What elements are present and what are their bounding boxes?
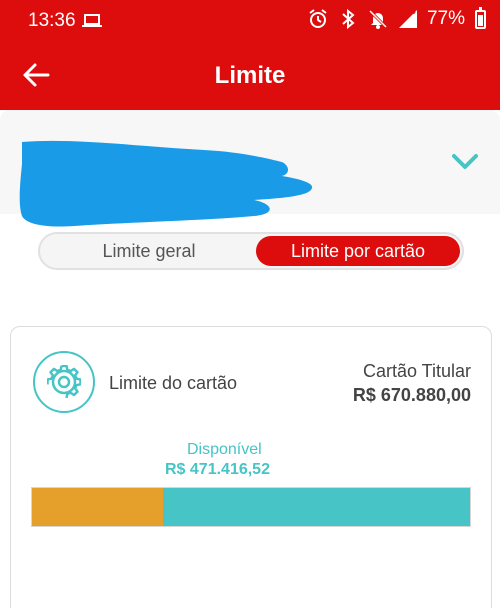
bluetooth-icon xyxy=(337,8,359,30)
limit-used-segment xyxy=(32,488,164,526)
chevron-down-icon[interactable] xyxy=(448,148,482,174)
limit-type-toggle: Limite geral Limite por cartão xyxy=(38,232,464,270)
network-type: 4G xyxy=(403,6,416,16)
battery-percent: 77% xyxy=(426,8,465,29)
laptop-icon xyxy=(82,13,102,34)
card-limit-panel: Limite do cartão Cartão Titular R$ 670.8… xyxy=(10,326,492,608)
holder-label: Cartão Titular xyxy=(362,361,471,381)
toggle-general-limit[interactable]: Limite geral xyxy=(44,236,254,266)
status-time: 13:36 xyxy=(28,10,76,31)
limit-usage-bar xyxy=(31,487,471,527)
page-title: Limite xyxy=(214,62,286,89)
alarm-icon xyxy=(307,8,329,30)
available-label: Disponível xyxy=(187,441,262,458)
card-limit-label: Limite do cartão xyxy=(109,373,238,393)
status-bar: 13:36 4G 77% xyxy=(0,0,500,42)
toggle-card-limit[interactable]: Limite por cartão xyxy=(256,236,460,266)
status-icons: 4G 77% xyxy=(307,6,486,30)
gear-icon xyxy=(33,351,95,413)
available-value: R$ 471.416,52 xyxy=(165,461,270,478)
account-selector[interactable] xyxy=(0,110,500,227)
mute-icon xyxy=(367,8,389,30)
holder-total-limit: R$ 670.880,00 xyxy=(352,385,471,405)
app-header: Limite xyxy=(0,42,500,110)
redaction-scribble xyxy=(19,140,313,227)
signal-icon: 4G xyxy=(397,6,419,30)
battery-icon xyxy=(475,6,486,29)
content-sheet: Limite geral Limite por cartão Limite do… xyxy=(0,110,500,608)
